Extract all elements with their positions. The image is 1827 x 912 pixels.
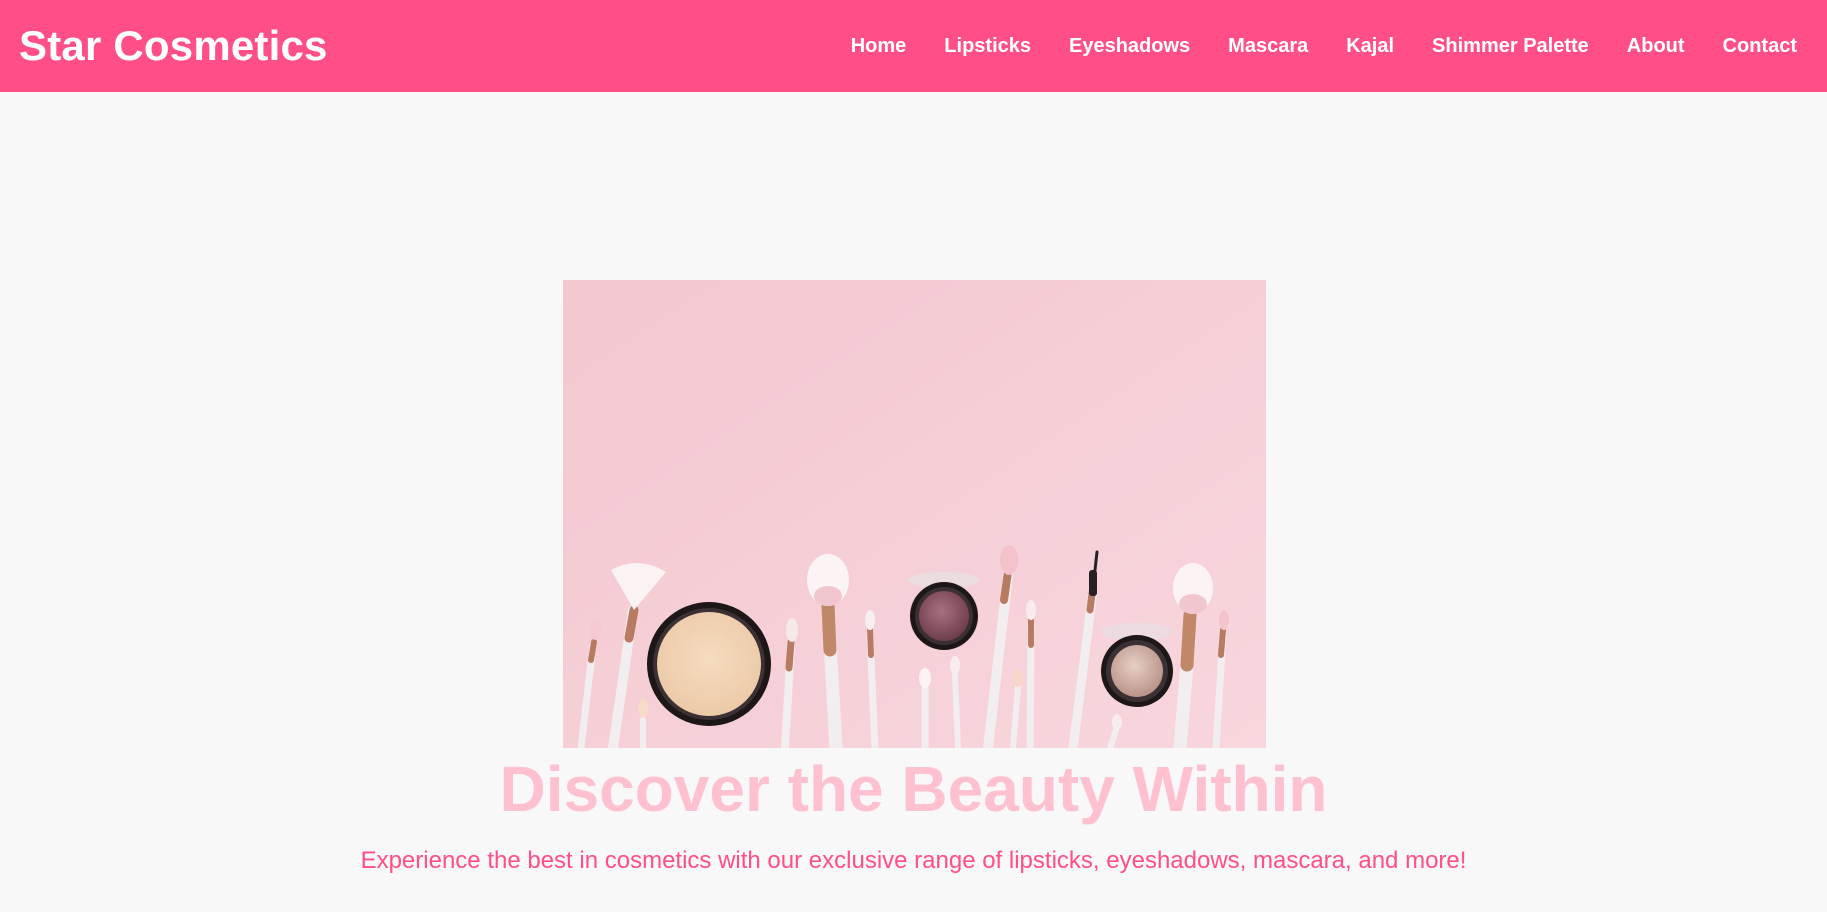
- nav-link-about[interactable]: About: [1627, 35, 1685, 58]
- nav-link-mascara[interactable]: Mascara: [1228, 35, 1308, 58]
- champagne-eyeshadow: [1101, 623, 1173, 707]
- brand-logo-text[interactable]: Star Cosmetics: [19, 22, 328, 70]
- nav-link-kajal[interactable]: Kajal: [1346, 35, 1394, 58]
- hero-subtitle: Experience the best in cosmetics with ou…: [360, 847, 1467, 874]
- hero-image: [563, 280, 1266, 748]
- hero-title: Discover the Beauty Within: [499, 753, 1328, 825]
- nav-link-lipsticks[interactable]: Lipsticks: [944, 35, 1031, 58]
- plum-eyeshadow: [908, 572, 980, 650]
- powder-compact: [647, 602, 771, 726]
- nav-link-shimmer-palette[interactable]: Shimmer Palette: [1432, 35, 1589, 58]
- nav-link-eyeshadows[interactable]: Eyeshadows: [1069, 35, 1190, 58]
- main-nav: Home Lipsticks Eyeshadows Mascara Kajal …: [851, 35, 1797, 58]
- nav-link-home[interactable]: Home: [851, 35, 907, 58]
- top-navbar: Star Cosmetics Home Lipsticks Eyeshadows…: [0, 0, 1827, 92]
- cosmetics-flatlay-image: [563, 280, 1266, 748]
- nav-link-contact[interactable]: Contact: [1723, 35, 1797, 58]
